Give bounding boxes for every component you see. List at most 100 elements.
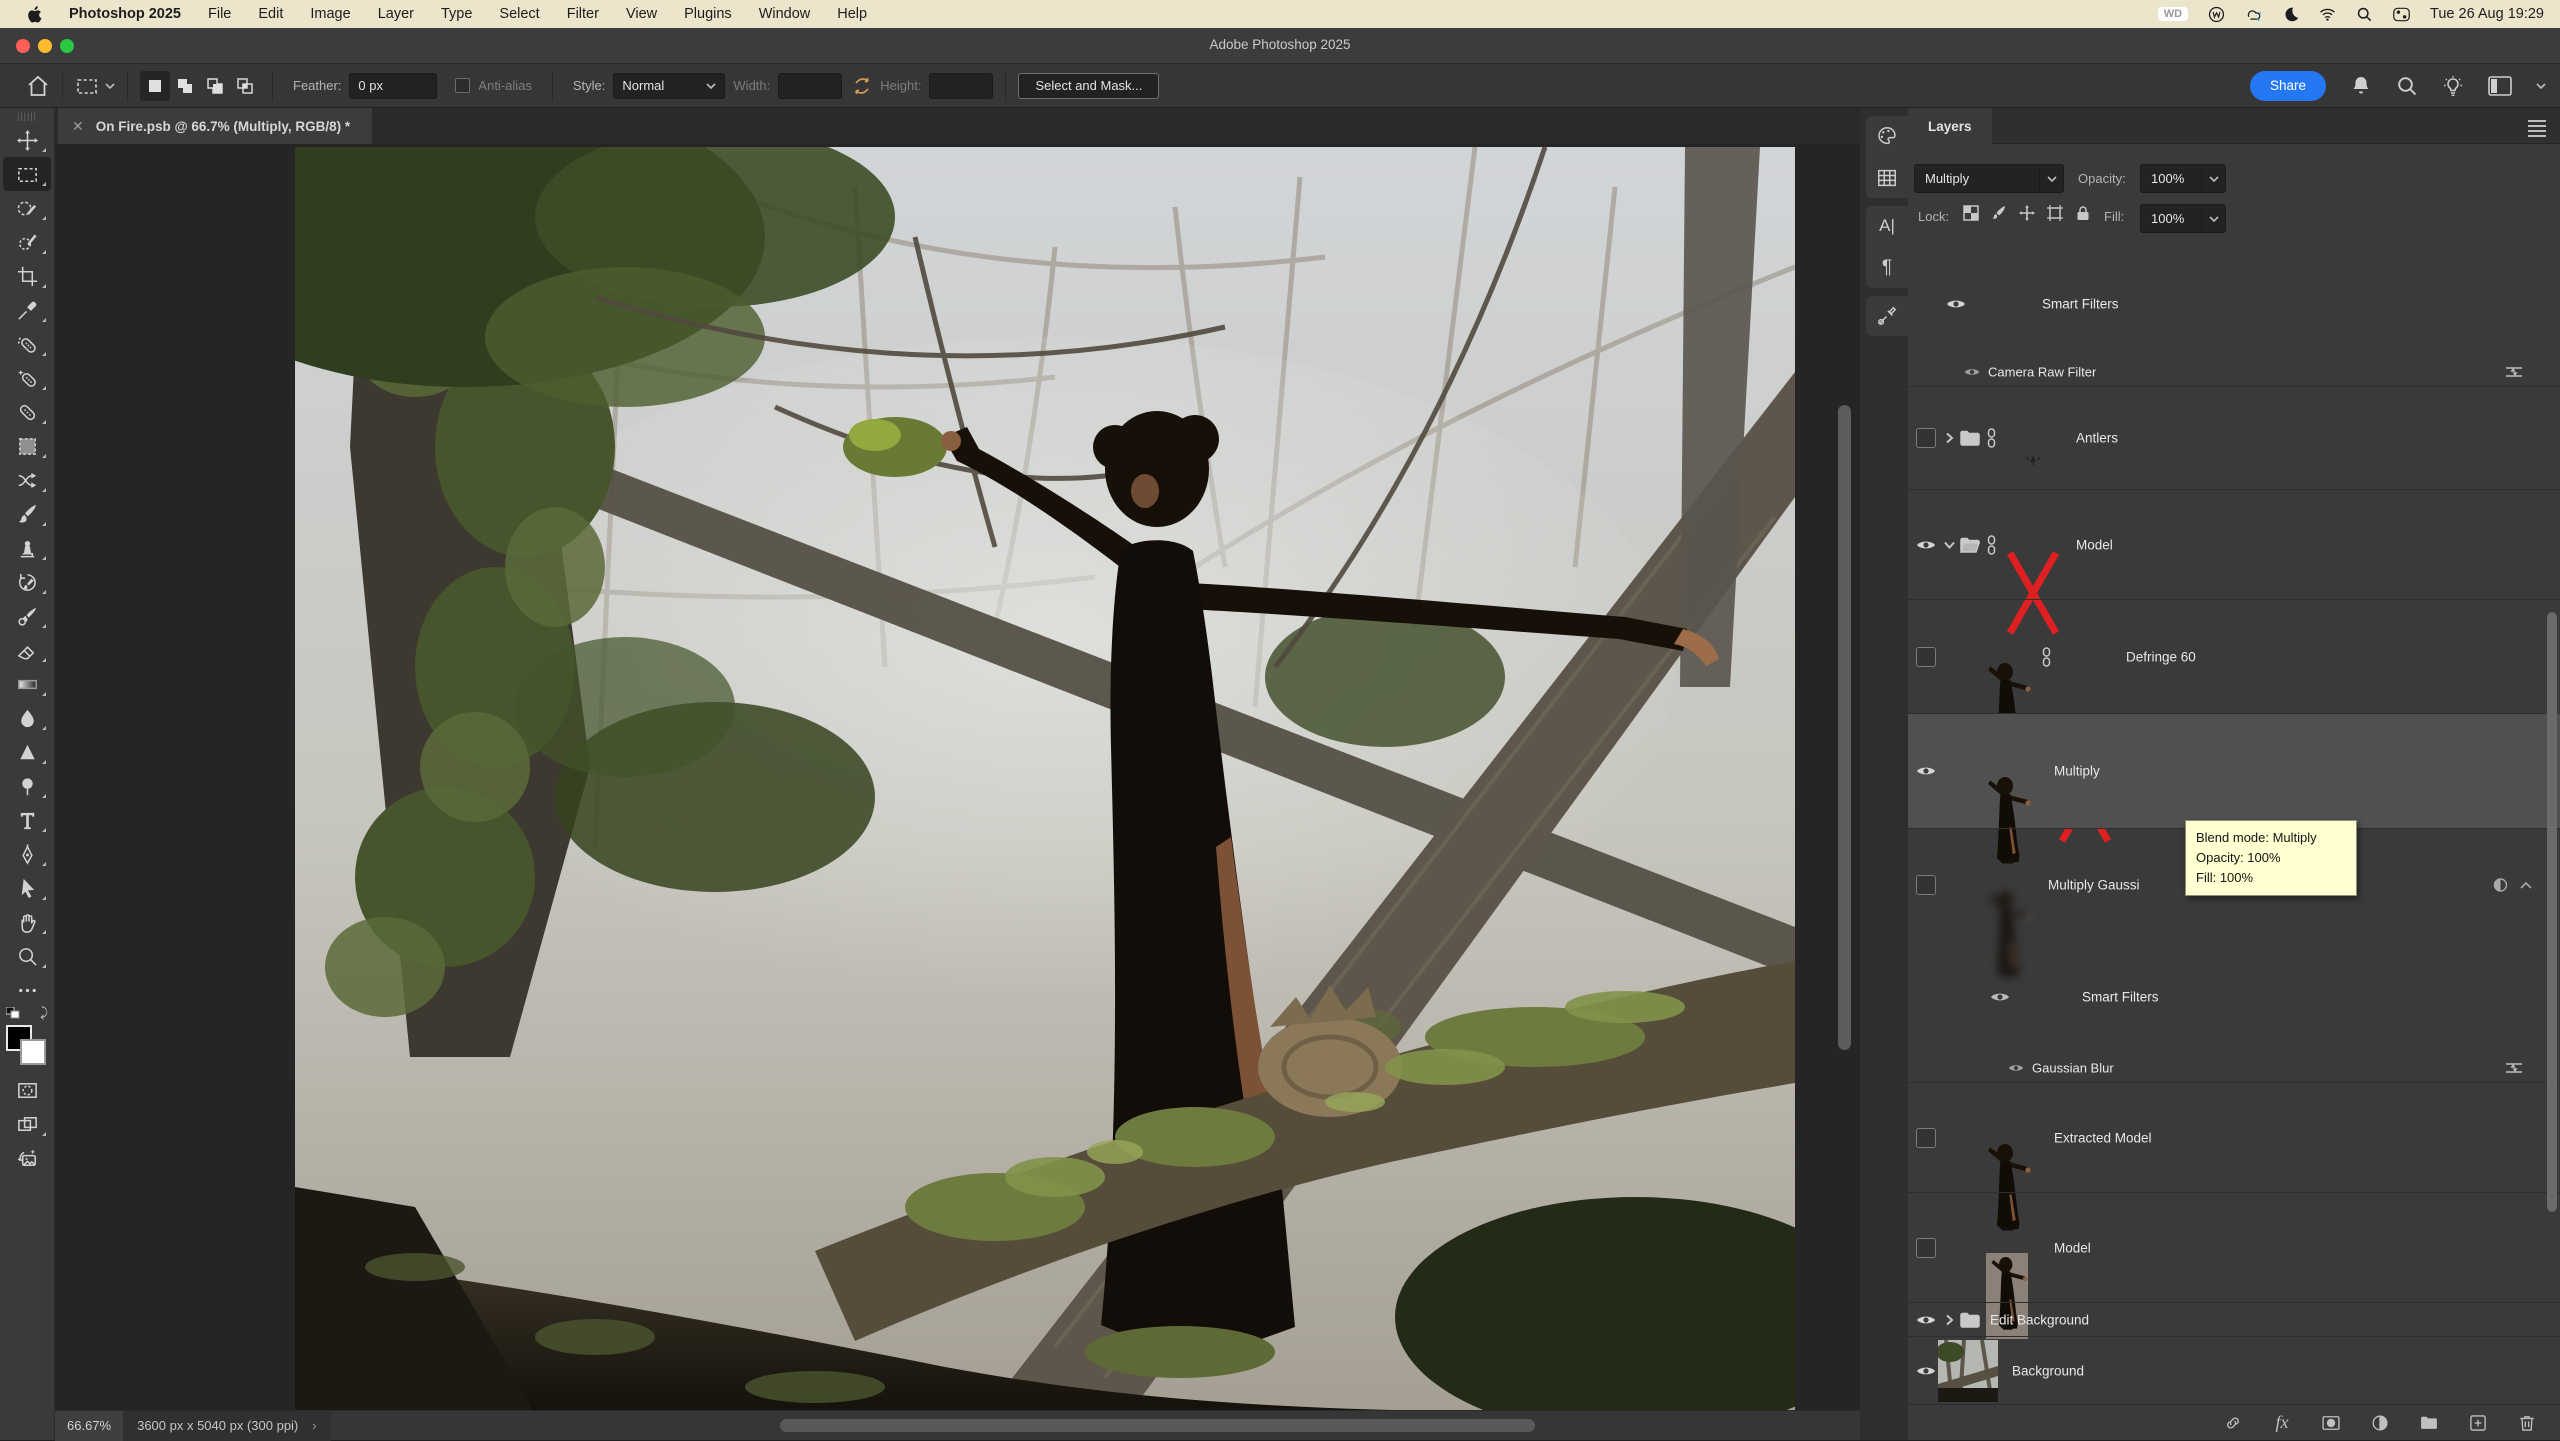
layer-row-camera-raw-filter[interactable]: Camera Raw Filter xyxy=(1908,358,2560,386)
menu-app-name[interactable]: Photoshop 2025 xyxy=(69,6,181,22)
swatches-panel-icon[interactable] xyxy=(1875,166,1899,190)
menu-plugins[interactable]: Plugins xyxy=(684,6,732,22)
panel-menu-icon[interactable] xyxy=(2528,120,2546,140)
search-icon[interactable] xyxy=(2396,75,2418,97)
apple-logo-icon[interactable] xyxy=(26,5,42,24)
notifications-bell-icon[interactable] xyxy=(2350,75,2372,97)
tool-lasso[interactable] xyxy=(3,191,51,225)
visibility-eye-icon[interactable] xyxy=(1964,367,1980,378)
tool-crop[interactable] xyxy=(3,259,51,293)
swap-width-height-icon[interactable] xyxy=(852,76,872,96)
background-color-swatch[interactable] xyxy=(20,1039,46,1065)
zoom-level-field[interactable]: 66.67% xyxy=(55,1411,123,1441)
expand-group-icon[interactable] xyxy=(1944,433,1955,444)
tool-rectangular-marquee[interactable] xyxy=(3,157,51,191)
screen-mode-button[interactable] xyxy=(3,1107,51,1141)
width-input[interactable] xyxy=(778,73,842,99)
fill-field[interactable]: 100% xyxy=(2140,204,2226,233)
document-info[interactable]: 3600 px x 5040 px (300 ppi) › xyxy=(123,1411,331,1441)
tool-patch[interactable] xyxy=(3,395,51,429)
toolbar-grip[interactable]: |||||| xyxy=(17,111,37,121)
swap-colors-icon[interactable]: ⤸ xyxy=(40,1005,48,1021)
opacity-field[interactable]: 100% xyxy=(2140,164,2226,193)
visibility-eye-icon[interactable] xyxy=(2008,1062,2024,1073)
tool-object-selection[interactable] xyxy=(3,225,51,259)
document-tab[interactable]: ✕ On Fire.psb @ 66.7% (Multiply, RGB/8) … xyxy=(58,108,372,144)
menu-file[interactable]: File xyxy=(208,6,231,22)
visibility-checkbox-empty[interactable] xyxy=(1916,647,1936,667)
tool-mixer-brush[interactable] xyxy=(3,599,51,633)
tool-move[interactable] xyxy=(3,123,51,157)
visibility-eye-icon[interactable] xyxy=(1916,538,1936,551)
generative-expand-button[interactable] xyxy=(3,1141,51,1175)
tool-healing-brush[interactable] xyxy=(3,361,51,395)
tool-path-selection[interactable] xyxy=(3,871,51,905)
layer-row-model-group[interactable]: Model xyxy=(1908,489,2560,599)
visibility-eye-icon[interactable] xyxy=(1916,1364,1936,1377)
tool-zoom[interactable] xyxy=(3,939,51,973)
wifi-icon[interactable] xyxy=(2319,6,2336,23)
chevron-down-icon[interactable] xyxy=(2536,83,2546,89)
layer-row-gaussian-blur[interactable]: Gaussian Blur xyxy=(1908,1053,2560,1082)
lock-position-icon[interactable] xyxy=(2018,204,2038,224)
focus-moon-icon[interactable] xyxy=(2282,6,2299,23)
menu-type[interactable]: Type xyxy=(441,6,472,22)
layer-row-smart-filters-top[interactable]: Smart Filters xyxy=(1908,250,2560,358)
menu-select[interactable]: Select xyxy=(499,6,539,22)
workspace-switcher-icon[interactable] xyxy=(2488,76,2512,96)
tool-blur[interactable] xyxy=(3,701,51,735)
paragraph-panel-icon[interactable]: ¶ xyxy=(1875,256,1899,280)
layer-row-smart-filters-nested[interactable]: Smart Filters xyxy=(1908,940,2560,1053)
menu-layer[interactable]: Layer xyxy=(378,6,414,22)
active-tool-icon[interactable] xyxy=(75,74,115,98)
tool-frame[interactable] xyxy=(3,429,51,463)
filter-blend-options-icon[interactable] xyxy=(2504,1060,2524,1076)
tool-history-brush[interactable] xyxy=(3,565,51,599)
tool-hand[interactable] xyxy=(3,905,51,939)
menu-help[interactable]: Help xyxy=(837,6,867,22)
lock-all-icon[interactable] xyxy=(2074,204,2094,224)
discover-lightbulb-icon[interactable] xyxy=(2442,75,2464,97)
share-button[interactable]: Share xyxy=(2250,71,2326,101)
menu-filter[interactable]: Filter xyxy=(567,6,599,22)
quick-mask-mode-button[interactable] xyxy=(3,1073,51,1107)
layer-row-defringe-60[interactable]: Defringe 60 xyxy=(1908,599,2560,713)
layer-styles-fx-icon[interactable]: fx xyxy=(2271,1412,2293,1434)
wd-drive-icon[interactable]: WD xyxy=(2158,7,2188,21)
link-layers-icon[interactable] xyxy=(2222,1412,2244,1434)
add-layer-mask-icon[interactable] xyxy=(2320,1412,2342,1434)
menu-view[interactable]: View xyxy=(626,6,657,22)
smart-filter-indicator-icon[interactable] xyxy=(2493,877,2508,892)
canvas-area[interactable] xyxy=(55,144,1860,1410)
menu-edit[interactable]: Edit xyxy=(258,6,283,22)
layer-row-extracted-model[interactable]: Extracted Model xyxy=(1908,1082,2560,1192)
tool-gradient[interactable] xyxy=(3,667,51,701)
visibility-eye-icon[interactable] xyxy=(1916,765,1936,778)
close-tab-icon[interactable]: ✕ xyxy=(72,118,84,135)
filter-blend-options-icon[interactable] xyxy=(2504,364,2524,380)
adjustment-layer-icon[interactable] xyxy=(2369,1412,2391,1434)
new-selection-mode-button[interactable] xyxy=(140,71,170,101)
visibility-eye-icon[interactable] xyxy=(1990,990,2010,1003)
default-colors-icon[interactable] xyxy=(6,1007,20,1019)
home-icon[interactable] xyxy=(26,74,50,98)
tool-dodge[interactable] xyxy=(3,769,51,803)
visibility-checkbox-empty[interactable] xyxy=(1916,428,1936,448)
canvas-horizontal-scrollbar[interactable] xyxy=(780,1419,1535,1432)
menu-window[interactable]: Window xyxy=(759,6,811,22)
character-panel-icon[interactable]: A| xyxy=(1875,214,1899,238)
layer-row-multiply-selected[interactable]: Multiply xyxy=(1908,713,2560,828)
menu-image[interactable]: Image xyxy=(310,6,350,22)
tool-content-aware-move[interactable] xyxy=(3,463,51,497)
layer-thumbnail[interactable] xyxy=(1938,1340,1998,1402)
feather-input[interactable]: 0 px xyxy=(349,73,437,99)
spotlight-search-icon[interactable] xyxy=(2356,6,2373,23)
add-to-selection-mode-button[interactable] xyxy=(170,71,200,101)
layer-row-antlers-group[interactable]: Antlers xyxy=(1908,386,2560,489)
tool-eyedropper[interactable] xyxy=(3,293,51,327)
style-dropdown[interactable]: Normal xyxy=(613,73,725,99)
creative-cloud-sync-icon[interactable] xyxy=(2245,6,2262,23)
new-group-icon[interactable] xyxy=(2418,1412,2440,1434)
tool-clone-stamp[interactable] xyxy=(3,531,51,565)
lock-transparency-icon[interactable] xyxy=(1962,204,1982,224)
